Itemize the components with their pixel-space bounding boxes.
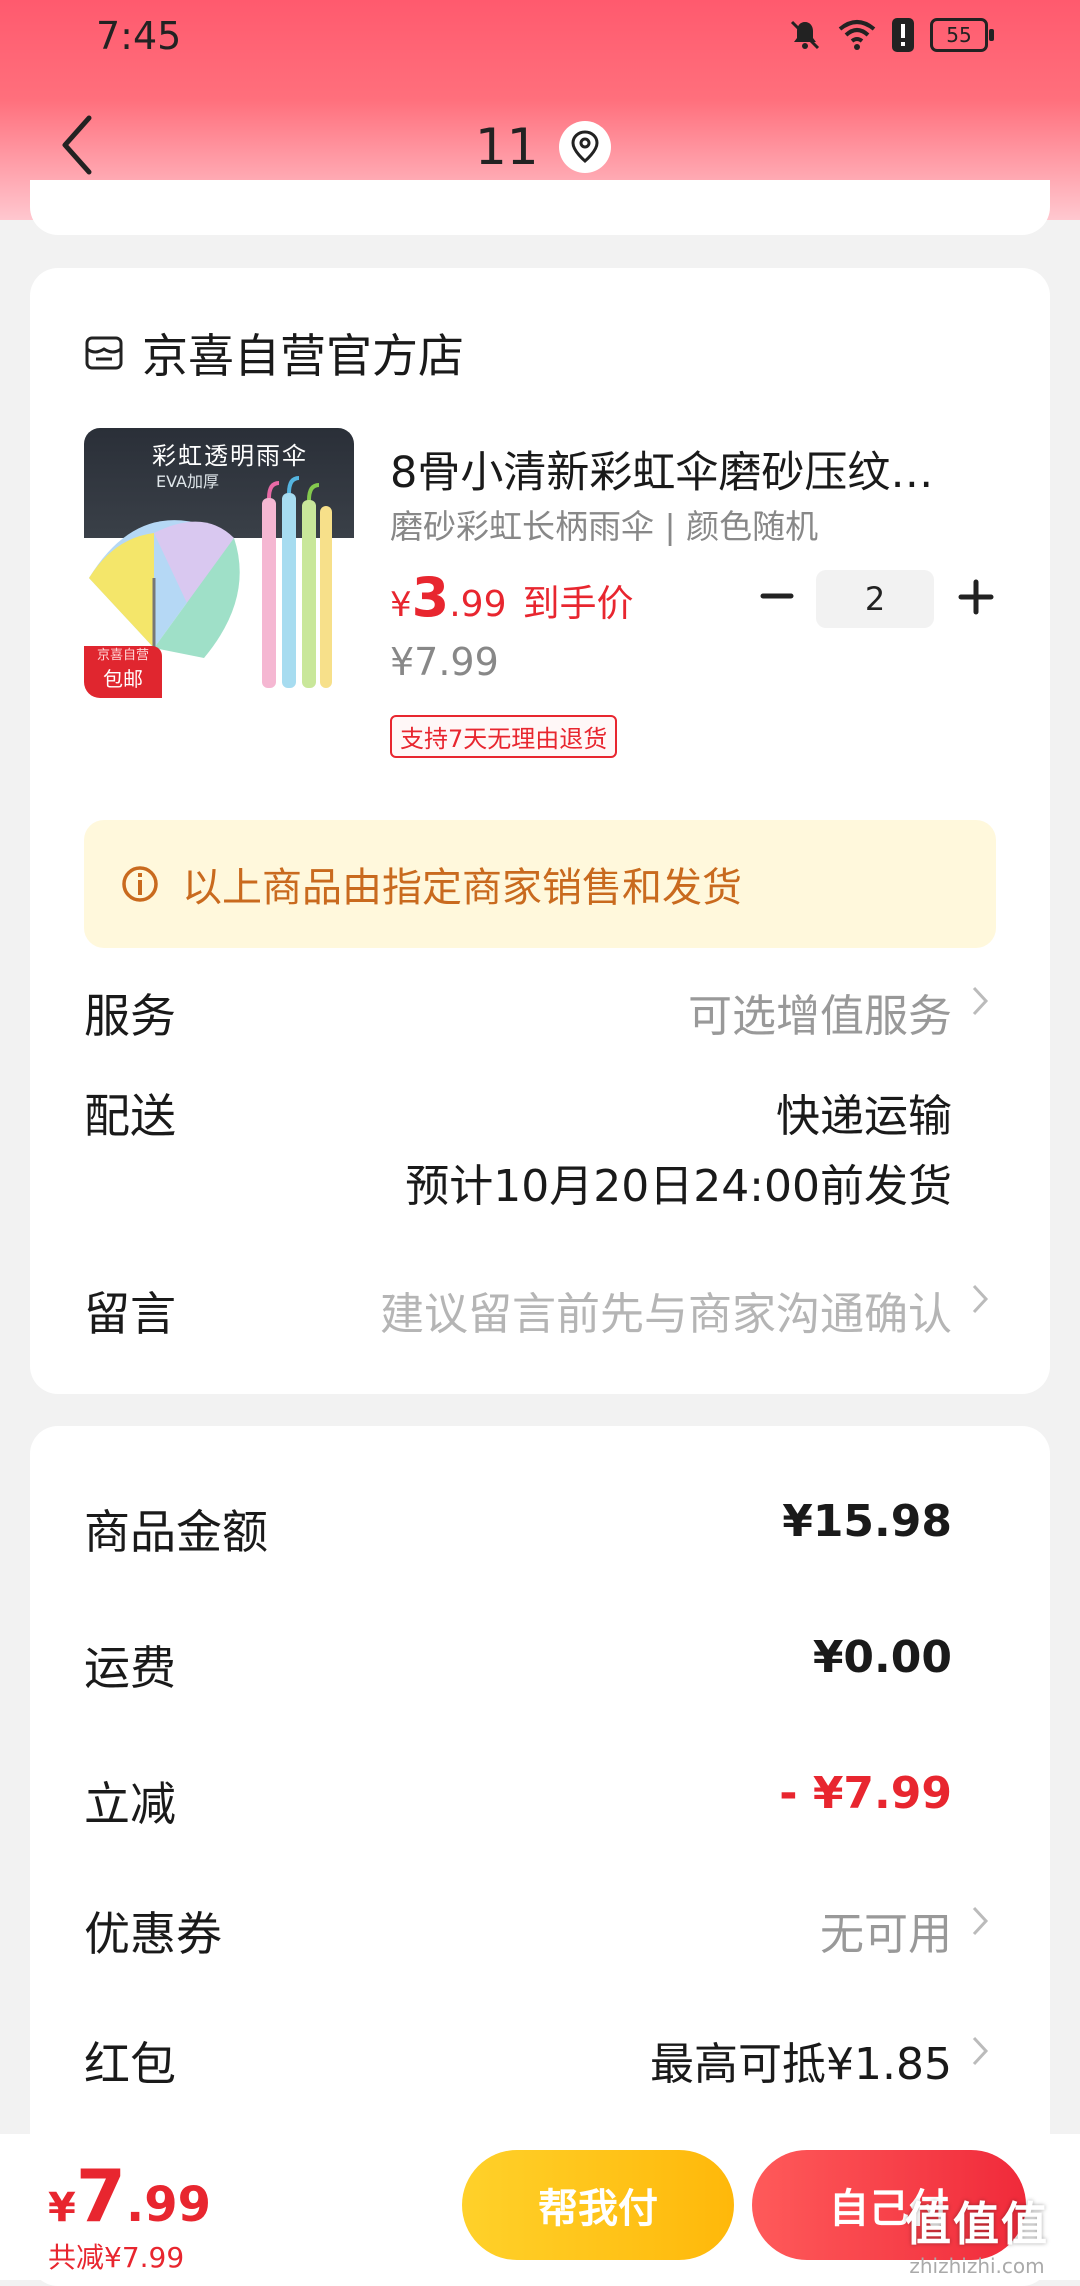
chevron-right-icon bbox=[972, 1906, 989, 1936]
coupon-label: 优惠券 bbox=[84, 1907, 222, 1961]
watermark-logo: 值值值 bbox=[905, 2197, 1049, 2251]
shipping-value: ¥0.00 bbox=[812, 1632, 952, 1683]
watermark: 值值值 zhizhizhi.com bbox=[902, 2188, 1052, 2278]
delivery-estimate: 预计10月20日24:00前发货 bbox=[405, 1161, 952, 1212]
chevron-right-icon bbox=[972, 986, 989, 1016]
return-policy-badge: 支持7天无理由退货 bbox=[390, 715, 618, 758]
product-price: ¥ 3 .99 到手价 bbox=[390, 566, 634, 629]
battery-indicator: 55 bbox=[930, 18, 994, 52]
quantity-input[interactable]: 2 bbox=[816, 570, 934, 628]
price-label: 到手价 bbox=[522, 582, 634, 625]
seller-notice: 以上商品由指定商家销售和发货 bbox=[84, 820, 996, 948]
alert-icon bbox=[892, 18, 914, 52]
shop-header[interactable]: 京喜自营官方店 bbox=[84, 320, 464, 386]
help-pay-button[interactable]: 帮我付 bbox=[462, 2150, 734, 2260]
chevron-right-icon bbox=[972, 1284, 989, 1314]
chevron-left-icon bbox=[62, 115, 92, 175]
status-icons: 55 bbox=[788, 18, 994, 52]
info-icon bbox=[122, 866, 158, 902]
total-price: ¥ 7 .99 bbox=[48, 2154, 211, 2238]
chevron-right-icon bbox=[972, 2036, 989, 2066]
plus-icon bbox=[958, 579, 994, 615]
shop-name: 京喜自营官方店 bbox=[142, 329, 464, 383]
delivery-method: 快递运输 bbox=[776, 1091, 952, 1142]
minus-icon bbox=[760, 593, 794, 599]
red-packet-value: 最高可抵¥1.85 bbox=[650, 2039, 952, 2090]
total-saved: 共减¥7.99 bbox=[48, 2241, 185, 2274]
back-button[interactable] bbox=[55, 110, 105, 180]
goods-amount-value: ¥15.98 bbox=[782, 1496, 952, 1547]
product-card: 京喜自营官方店 彩虹透明雨伞 EVA加厚 京喜自营 包邮 8骨小清新彩虹伞磨砂压… bbox=[30, 268, 1050, 1394]
product-title[interactable]: 8骨小清新彩虹伞磨砂压纹… bbox=[390, 438, 1030, 500]
original-price: ¥7.99 bbox=[390, 640, 499, 684]
image-badge: 京喜自营 包邮 bbox=[84, 646, 162, 698]
address-selector[interactable]: 11 bbox=[475, 118, 611, 176]
delivery-label: 配送 bbox=[84, 1089, 176, 1143]
discount-value: - ¥7.99 bbox=[779, 1768, 952, 1819]
message-input[interactable]: 建议留言前先与商家沟通确认 bbox=[380, 1278, 952, 1342]
notice-text: 以上商品由指定商家销售和发货 bbox=[182, 865, 742, 911]
goods-amount-label: 商品金额 bbox=[84, 1505, 268, 1559]
coupon-value: 无可用 bbox=[820, 1909, 952, 1960]
red-packet-label: 红包 bbox=[84, 2037, 176, 2091]
address-text: 11 bbox=[475, 118, 539, 176]
service-label: 服务 bbox=[84, 989, 176, 1043]
service-value: 可选增值服务 bbox=[688, 991, 952, 1042]
message-label: 留言 bbox=[84, 1287, 176, 1341]
wifi-icon bbox=[838, 19, 876, 51]
location-pin-icon bbox=[558, 121, 611, 173]
store-icon bbox=[85, 336, 123, 370]
shipping-label: 运费 bbox=[84, 1641, 176, 1695]
product-spec: 磨砂彩虹长柄雨伞 | 颜色随机 bbox=[390, 507, 819, 546]
bell-off-icon bbox=[788, 18, 822, 52]
watermark-url: zhizhizhi.com bbox=[909, 2254, 1045, 2278]
previous-card-edge bbox=[30, 180, 1050, 235]
discount-label: 立减 bbox=[84, 1777, 176, 1831]
status-time: 7:45 bbox=[96, 14, 182, 58]
quantity-increase-button[interactable] bbox=[955, 576, 997, 618]
product-image[interactable]: 彩虹透明雨伞 EVA加厚 京喜自营 包邮 bbox=[84, 428, 354, 698]
quantity-decrease-button[interactable] bbox=[757, 576, 797, 616]
